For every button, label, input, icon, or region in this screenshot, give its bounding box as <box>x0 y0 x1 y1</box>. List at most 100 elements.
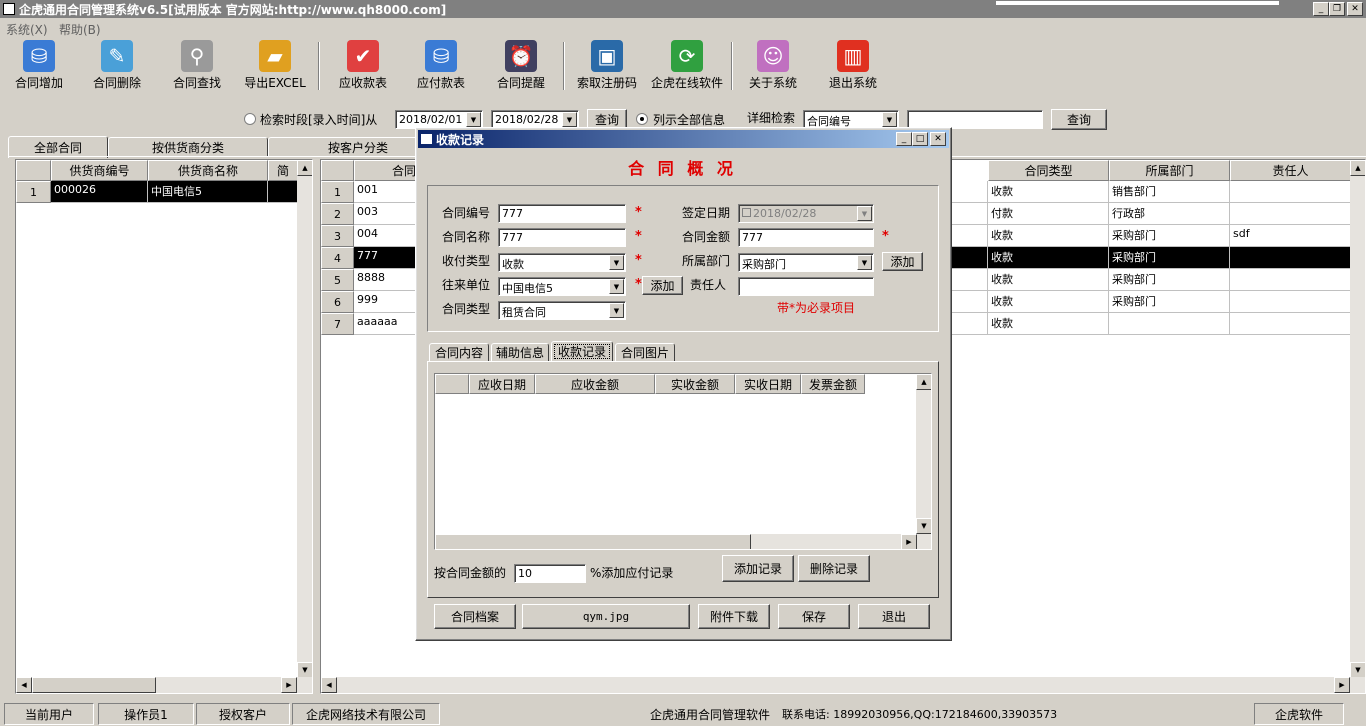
table-cell[interactable] <box>1230 291 1351 313</box>
table-cell[interactable]: sdf <box>1230 225 1351 247</box>
scroll-down-icon[interactable]: ▼ <box>297 662 312 678</box>
table-cell[interactable]: 收款 <box>988 247 1109 269</box>
vertical-scrollbar[interactable]: ▲ ▼ <box>1350 160 1365 678</box>
dialog-close-button[interactable]: ✕ <box>930 132 946 146</box>
toolbar-button[interactable]: ⛁ 合同增加 <box>8 40 70 92</box>
person-input[interactable] <box>738 277 874 296</box>
table-cell[interactable] <box>1230 203 1351 225</box>
column-header[interactable]: 供货商名称 <box>148 160 268 181</box>
scroll-thumb[interactable] <box>32 677 156 693</box>
radio-list-all[interactable] <box>636 113 648 125</box>
exit-button[interactable]: 退出 <box>858 604 930 629</box>
table-cell[interactable]: 中国电信5 <box>148 181 268 203</box>
row-number[interactable]: 7 <box>321 313 354 335</box>
column-header[interactable]: 简 <box>268 160 298 181</box>
minimize-button[interactable]: _ <box>1313 2 1329 16</box>
table-cell[interactable] <box>1230 313 1351 335</box>
column-header[interactable]: 实收日期 <box>735 374 801 394</box>
column-header[interactable]: 责任人 <box>1230 160 1351 181</box>
table-cell[interactable]: 采购部门 <box>1109 225 1230 247</box>
table-cell[interactable] <box>1109 313 1230 335</box>
dialog-maximize-button[interactable]: □ <box>912 132 928 146</box>
scroll-down-icon[interactable]: ▼ <box>1350 662 1365 678</box>
row-number[interactable]: 1 <box>321 181 354 203</box>
column-header[interactable]: 实收金额 <box>655 374 735 394</box>
toolbar-button[interactable]: ▣ 索取注册码 <box>574 40 640 92</box>
row-number[interactable]: 3 <box>321 225 354 247</box>
table-cell[interactable]: 收款 <box>988 225 1109 247</box>
toolbar-button[interactable]: ⟳ 企虎在线软件 <box>648 40 726 92</box>
contract-amount-input[interactable]: 777 <box>738 228 874 247</box>
subtab-contract-images[interactable]: 合同图片 <box>615 343 675 362</box>
attachment-file-button[interactable]: qym.jpg <box>522 604 690 629</box>
contract-name-input[interactable]: 777 <box>498 228 626 247</box>
scroll-up-icon[interactable]: ▲ <box>916 374 931 390</box>
column-header[interactable]: 应收金额 <box>535 374 655 394</box>
dept-select[interactable]: 采购部门 ▼ <box>738 253 874 272</box>
toolbar-button[interactable]: ⏰ 合同提醒 <box>492 40 550 92</box>
table-cell[interactable]: 销售部门 <box>1109 181 1230 203</box>
row-number[interactable]: 5 <box>321 269 354 291</box>
restore-button[interactable]: ❐ <box>1329 2 1345 16</box>
subtab-aux-info[interactable]: 辅助信息 <box>491 343 549 362</box>
table-cell[interactable]: 采购部门 <box>1109 269 1230 291</box>
vertical-scrollbar[interactable]: ▲ ▼ <box>297 160 312 678</box>
paytype-select[interactable]: 收款 ▼ <box>498 253 626 272</box>
horizontal-scrollbar[interactable]: ▶ <box>435 534 931 549</box>
scroll-left-icon[interactable]: ◀ <box>321 677 337 693</box>
add-partner-button[interactable]: 添加 <box>642 276 683 295</box>
subtab-contract-content[interactable]: 合同内容 <box>429 343 489 362</box>
query-button-2[interactable]: 查询 <box>1051 109 1107 130</box>
table-cell[interactable]: 采购部门 <box>1109 247 1230 269</box>
toolbar-button[interactable]: ☺ 关于系统 <box>744 40 802 92</box>
row-number[interactable]: 1 <box>16 181 51 203</box>
scroll-up-icon[interactable]: ▲ <box>297 160 312 176</box>
menu-system[interactable]: 系统(X) <box>6 21 48 38</box>
toolbar-button[interactable]: ✔ 应收款表 <box>334 40 392 92</box>
scroll-right-icon[interactable]: ▶ <box>281 677 297 693</box>
scroll-down-icon[interactable]: ▼ <box>916 518 931 534</box>
column-header[interactable]: 应收日期 <box>469 374 535 394</box>
row-number[interactable]: 2 <box>321 203 354 225</box>
table-cell[interactable]: 收款 <box>988 269 1109 291</box>
table-cell[interactable]: 收款 <box>988 291 1109 313</box>
scroll-left-icon[interactable]: ◀ <box>16 677 32 693</box>
table-cell[interactable]: 收款 <box>988 181 1109 203</box>
sign-date-picker[interactable]: 2018/02/28 ▼ <box>738 204 874 223</box>
column-header[interactable]: 供货商编号 <box>51 160 148 181</box>
add-record-button[interactable]: 添加记录 <box>722 555 794 582</box>
checkbox-icon[interactable] <box>742 208 751 217</box>
contract-code-input[interactable]: 777 <box>498 204 626 223</box>
toolbar-button[interactable]: ✎ 合同删除 <box>88 40 146 92</box>
scroll-right-icon[interactable]: ▶ <box>901 534 917 549</box>
partner-select[interactable]: 中国电信5 ▼ <box>498 277 626 296</box>
toolbar-button[interactable]: ⛁ 应付款表 <box>412 40 470 92</box>
row-number[interactable]: 6 <box>321 291 354 313</box>
table-cell[interactable]: 付款 <box>988 203 1109 225</box>
table-cell[interactable]: 采购部门 <box>1109 291 1230 313</box>
table-cell[interactable] <box>1230 269 1351 291</box>
column-header[interactable]: 所属部门 <box>1109 160 1230 181</box>
close-button[interactable]: ✕ <box>1347 2 1363 16</box>
horizontal-scrollbar[interactable]: ◀ ▶ <box>16 677 312 693</box>
radio-range[interactable] <box>244 113 256 125</box>
table-cell[interactable]: 收款 <box>988 313 1109 335</box>
percent-input[interactable]: 10 <box>514 564 586 583</box>
contract-type-select[interactable]: 租赁合同 ▼ <box>498 301 626 320</box>
subtab-receipt-records[interactable]: 收款记录 <box>551 341 613 362</box>
table-cell[interactable]: 000026 <box>51 181 148 203</box>
delete-record-button[interactable]: 删除记录 <box>798 555 870 582</box>
column-header[interactable]: 发票金额 <box>801 374 865 394</box>
table-cell[interactable] <box>268 181 298 203</box>
horizontal-scrollbar[interactable]: ◀ ▶ <box>321 677 1365 693</box>
dialog-minimize-button[interactable]: _ <box>896 132 912 146</box>
query-button[interactable]: 查询 <box>587 109 627 129</box>
toolbar-button[interactable]: ⚲ 合同查找 <box>168 40 226 92</box>
add-dept-button[interactable]: 添加 <box>882 252 923 271</box>
table-cell[interactable] <box>1230 247 1351 269</box>
column-header[interactable]: 合同类型 <box>988 160 1109 181</box>
download-attachment-button[interactable]: 附件下载 <box>698 604 770 629</box>
menu-help[interactable]: 帮助(B) <box>59 21 101 38</box>
scroll-right-icon[interactable]: ▶ <box>1334 677 1350 693</box>
scroll-up-icon[interactable]: ▲ <box>1350 160 1365 176</box>
